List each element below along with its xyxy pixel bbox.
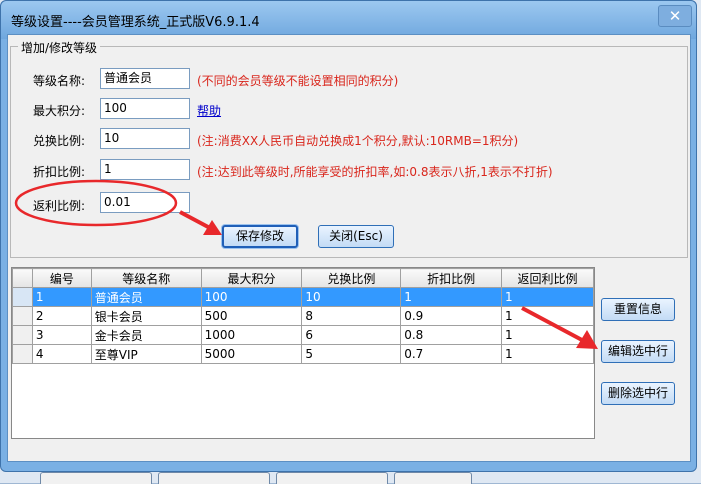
- annotation-arrow-icon: [521, 306, 598, 349]
- annotation-arrow-icon: [179, 210, 222, 235]
- annotation-circle: [14, 179, 178, 227]
- annotation-overlay: [14, 179, 598, 349]
